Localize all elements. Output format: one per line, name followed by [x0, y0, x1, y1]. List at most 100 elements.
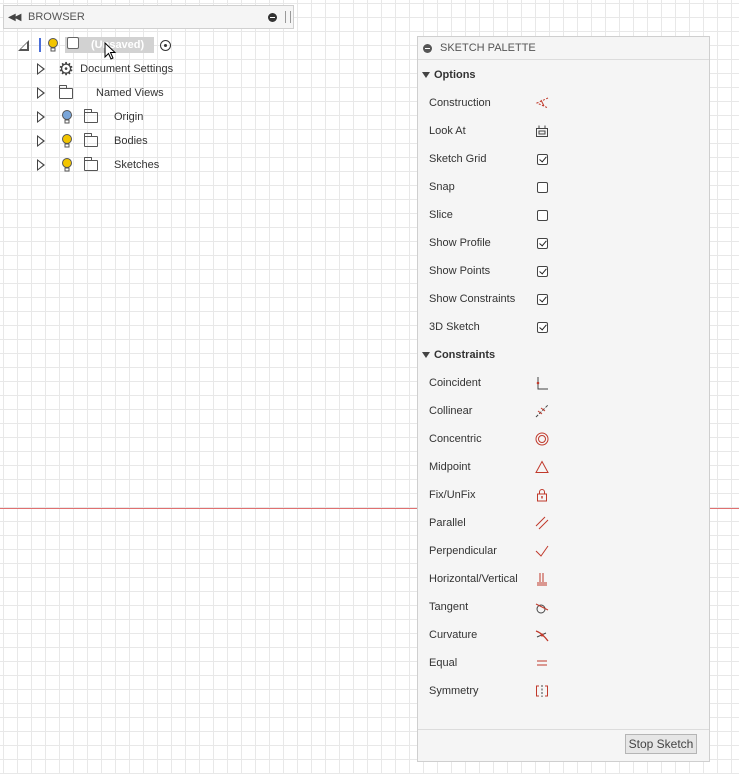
- constraint-equal[interactable]: Equal: [429, 653, 699, 673]
- bulb-on-icon[interactable]: [60, 157, 74, 173]
- constraint-label: Equal: [429, 657, 458, 669]
- option-label: Sketch Grid: [429, 153, 487, 165]
- show-profile-checkbox[interactable]: [536, 237, 548, 249]
- tree-item-label: Bodies: [114, 135, 148, 147]
- option-label: Construction: [429, 97, 491, 109]
- browser-item-bodies[interactable]: Bodies: [37, 130, 148, 152]
- browser-root-row[interactable]: (Unsaved): [18, 34, 172, 56]
- perpendicular-icon[interactable]: [535, 544, 549, 558]
- expand-triangle-icon[interactable]: [37, 111, 45, 123]
- constraint-label: Horizontal/Vertical: [429, 573, 518, 585]
- caret-down-icon: [422, 352, 430, 358]
- folder-icon: [59, 84, 73, 99]
- palette-title: SKETCH PALETTE: [440, 42, 536, 54]
- fix-lock-icon[interactable]: [535, 488, 549, 502]
- 3d-sketch-checkbox[interactable]: [536, 321, 548, 333]
- constraint-label: Symmetry: [429, 685, 479, 697]
- tree-item-label: Document Settings: [80, 63, 174, 75]
- option-snap[interactable]: Snap: [429, 177, 699, 197]
- palette-header: SKETCH PALETTE: [418, 37, 709, 60]
- option-label: Show Profile: [429, 237, 491, 249]
- browser-header: ◀◀ BROWSER: [3, 5, 294, 29]
- expanded-triangle-icon[interactable]: [18, 39, 29, 51]
- option-look-at[interactable]: Look At: [429, 121, 699, 141]
- option-label: Snap: [429, 181, 455, 193]
- activate-radio-icon[interactable]: [160, 39, 172, 51]
- option-show-constraints[interactable]: Show Constraints: [429, 289, 699, 309]
- constraint-label: Midpoint: [429, 461, 471, 473]
- constraint-concentric[interactable]: Concentric: [429, 429, 699, 449]
- look-at-icon[interactable]: [535, 124, 549, 138]
- constraint-label: Fix/UnFix: [429, 489, 476, 501]
- snap-checkbox[interactable]: [536, 181, 548, 193]
- sketch-grid-checkbox[interactable]: [536, 153, 548, 165]
- option-label: Show Points: [429, 265, 491, 277]
- minimize-icon[interactable]: [423, 43, 432, 53]
- bulb-on-icon[interactable]: [46, 37, 60, 53]
- active-marker: [39, 38, 41, 52]
- stop-sketch-button[interactable]: Stop Sketch: [625, 734, 697, 754]
- option-label: Look At: [429, 125, 466, 137]
- caret-down-icon: [422, 72, 430, 78]
- expand-triangle-icon[interactable]: [37, 135, 45, 147]
- midpoint-icon[interactable]: [535, 460, 549, 474]
- option-show-profile[interactable]: Show Profile: [429, 233, 699, 253]
- collapse-left-icon[interactable]: ◀◀: [8, 12, 26, 23]
- option-show-points[interactable]: Show Points: [429, 261, 699, 281]
- constraint-label: Curvature: [429, 629, 478, 641]
- concentric-icon[interactable]: [535, 432, 549, 446]
- expand-triangle-icon[interactable]: [37, 63, 45, 75]
- constraint-horizontal-vertical[interactable]: Horizontal/Vertical: [429, 569, 699, 589]
- expand-triangle-icon[interactable]: [37, 87, 45, 99]
- coincident-icon[interactable]: [535, 376, 549, 390]
- grip-icon[interactable]: [285, 11, 291, 23]
- gear-icon: ⚙: [58, 59, 75, 79]
- slice-checkbox[interactable]: [536, 209, 548, 221]
- construction-icon[interactable]: [535, 96, 549, 110]
- show-points-checkbox[interactable]: [536, 265, 548, 277]
- expand-triangle-icon[interactable]: [37, 159, 45, 171]
- option-slice[interactable]: Slice: [429, 205, 699, 225]
- constraint-coincident[interactable]: Coincident: [429, 373, 699, 393]
- folder-icon: [84, 156, 98, 171]
- browser-item-sketches[interactable]: Sketches: [37, 154, 159, 176]
- constraint-curvature[interactable]: Curvature: [429, 625, 699, 645]
- constraint-symmetry[interactable]: Symmetry: [429, 681, 699, 701]
- symmetry-icon[interactable]: [535, 684, 549, 698]
- sketch-palette: SKETCH PALETTE Options Construction Look…: [417, 36, 710, 762]
- constraint-label: Tangent: [429, 601, 469, 613]
- parallel-icon[interactable]: [535, 516, 549, 530]
- bulb-off-icon[interactable]: [60, 109, 74, 125]
- constraint-collinear[interactable]: Collinear: [429, 401, 699, 421]
- constraint-perpendicular[interactable]: Perpendicular: [429, 541, 699, 561]
- option-label: 3D Sketch: [429, 321, 480, 333]
- folder-icon: [84, 132, 98, 147]
- constraint-tangent[interactable]: Tangent: [429, 597, 699, 617]
- bulb-on-icon[interactable]: [60, 133, 74, 149]
- minimize-icon[interactable]: [268, 12, 277, 22]
- options-section-header[interactable]: Options: [422, 66, 476, 84]
- option-label: Slice: [429, 209, 453, 221]
- curvature-icon[interactable]: [535, 628, 549, 642]
- tree-item-label: Origin: [114, 111, 144, 123]
- horizontal-vertical-icon[interactable]: [535, 572, 549, 586]
- constraint-fix-unfix[interactable]: Fix/UnFix: [429, 485, 699, 505]
- tangent-icon[interactable]: [535, 600, 549, 614]
- browser-title: BROWSER: [28, 11, 85, 23]
- constraint-parallel[interactable]: Parallel: [429, 513, 699, 533]
- folder-icon: [84, 108, 98, 123]
- browser-item-origin[interactable]: Origin: [37, 106, 143, 128]
- constraint-label: Parallel: [429, 517, 466, 529]
- option-3d-sketch[interactable]: 3D Sketch: [429, 317, 699, 337]
- constraint-midpoint[interactable]: Midpoint: [429, 457, 699, 477]
- option-construction[interactable]: Construction: [429, 93, 699, 113]
- browser-item-named-views[interactable]: Named Views: [37, 82, 164, 104]
- constraint-label: Perpendicular: [429, 545, 497, 557]
- collinear-icon[interactable]: [535, 404, 549, 418]
- option-sketch-grid[interactable]: Sketch Grid: [429, 149, 699, 169]
- equal-icon[interactable]: [535, 656, 549, 670]
- show-constraints-checkbox[interactable]: [536, 293, 548, 305]
- constraint-label: Collinear: [429, 405, 473, 417]
- component-icon: [67, 37, 79, 49]
- constraints-section-header[interactable]: Constraints: [422, 346, 495, 364]
